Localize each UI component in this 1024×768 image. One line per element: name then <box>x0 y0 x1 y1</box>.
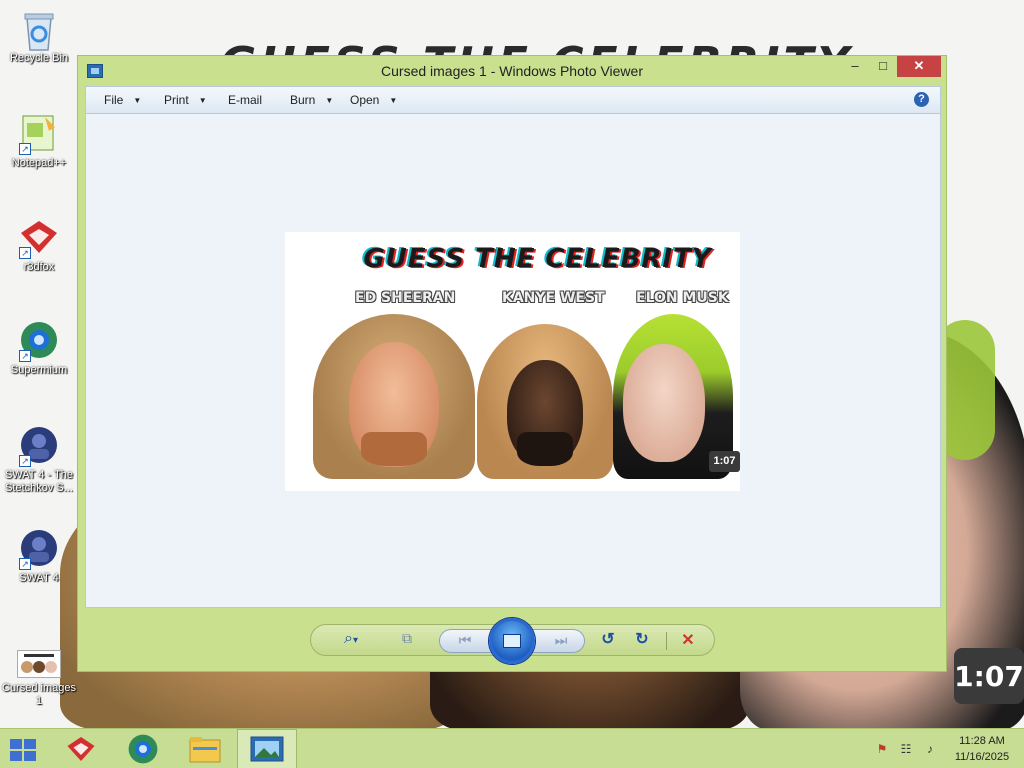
supermium-icon <box>128 734 158 764</box>
photo-video-timestamp: 1:07 <box>709 451 740 472</box>
clock-date: 11/16/2025 <box>954 751 1010 763</box>
windows-logo-icon <box>10 739 22 749</box>
supermium-icon: ↗ <box>19 320 59 362</box>
rotate-ccw-icon: ↺ <box>601 631 615 648</box>
chevron-down-icon: ▼ <box>133 96 142 105</box>
menu-label: File <box>104 93 124 107</box>
desktop-icon-swat4-stetchkov[interactable]: ↗ SWAT 4 - The Stetchkov S... <box>2 425 76 495</box>
folder-icon <box>189 737 221 763</box>
image-thumbnail-icon <box>17 650 61 678</box>
window-titlebar[interactable]: Cursed images 1 - Windows Photo Viewer –… <box>78 56 946 86</box>
desktop-icon-cursed-images[interactable]: Cursed images 1 <box>2 650 76 708</box>
menu-label: Print <box>164 93 189 107</box>
chevron-down-icon: ▾ <box>352 635 358 646</box>
chevron-down-icon: ▼ <box>389 96 398 105</box>
menu-burn[interactable]: Burn ▼ <box>290 93 333 107</box>
network-icon[interactable]: ☷ <box>899 742 913 756</box>
desktop-icon-supermium[interactable]: ↗ Supermium <box>2 320 76 377</box>
zoom-button[interactable]: ⌕▾ <box>339 630 363 648</box>
r3dfox-icon <box>67 737 95 761</box>
menu-open[interactable]: Open ▼ <box>350 93 397 107</box>
clock-time: 11:28 AM <box>959 735 1005 747</box>
image-viewer-area[interactable]: GUESS THE CELEBRITY ED SHEERAN KANYE WES… <box>85 114 941 608</box>
shortcut-arrow-icon: ↗ <box>19 558 31 570</box>
taskbar-app-r3dfox[interactable] <box>55 729 107 768</box>
system-clock[interactable]: 11:28 AM 11/16/2025 <box>947 733 1017 765</box>
recycle-bin-icon <box>19 8 59 51</box>
desktop-icon-notepadpp[interactable]: ↗ Notepad++ <box>2 113 76 170</box>
maximize-button[interactable]: □ <box>869 56 897 77</box>
notepadpp-icon: ↗ <box>19 113 59 155</box>
menu-bar: File ▼ Print ▼ E-mail Burn ▼ Open ▼ ? <box>85 86 941 114</box>
volume-icon[interactable]: ♪ <box>923 742 937 756</box>
viewer-control-bar: ⌕▾ ⧉ ⏮ ⏭ ↺ ↻ ✕ <box>310 618 715 664</box>
slideshow-icon <box>503 634 521 648</box>
desktop-icon-label: SWAT 4 <box>19 572 59 584</box>
swat4-icon: ↗ <box>19 528 59 570</box>
next-icon: ⏭ <box>554 632 568 648</box>
photo-name-label: ELON MUSK <box>636 290 729 306</box>
actual-size-button[interactable]: ⧉ <box>397 630 417 647</box>
photo-face-2 <box>477 314 613 479</box>
menu-print[interactable]: Print ▼ <box>164 93 207 107</box>
displayed-photo: GUESS THE CELEBRITY ED SHEERAN KANYE WES… <box>285 232 740 491</box>
swat4-icon: ↗ <box>19 425 59 467</box>
desktop-icon-label: Cursed images 1 <box>2 682 76 707</box>
photo-viewer-window[interactable]: Cursed images 1 - Windows Photo Viewer –… <box>77 55 947 672</box>
previous-button[interactable]: ⏮ <box>454 632 476 649</box>
desktop-icon-label: r3dfox <box>23 261 55 273</box>
help-icon[interactable]: ? <box>914 92 929 107</box>
taskbar-app-photo-viewer[interactable] <box>237 729 297 768</box>
taskbar-app-supermium[interactable] <box>117 729 169 768</box>
photo-name-label: ED SHEERAN <box>355 290 456 306</box>
zoom-icon: ⌕ <box>344 630 353 647</box>
chevron-down-icon: ▼ <box>325 96 334 105</box>
menu-label: E-mail <box>228 93 263 107</box>
slideshow-button[interactable] <box>489 618 535 664</box>
previous-icon: ⏮ <box>458 632 472 648</box>
photo-viewer-icon <box>250 736 284 762</box>
desktop-icon-label: Recycle Bin <box>9 52 69 64</box>
photo-face-1 <box>313 314 475 479</box>
desktop-icon-label: SWAT 4 - The Stetchkov S... <box>4 469 74 494</box>
menu-label: Burn <box>290 93 316 107</box>
photo-title-text: GUESS THE CELEBRITY <box>363 244 712 274</box>
desktop-icon-r3dfox[interactable]: ↗ r3dfox <box>2 217 76 274</box>
shortcut-arrow-icon: ↗ <box>19 455 31 467</box>
shortcut-arrow-icon: ↗ <box>19 350 31 362</box>
menu-file[interactable]: File ▼ <box>104 93 141 107</box>
photo-name-label: KANYE WEST <box>502 290 605 306</box>
wallpaper-video-timestamp: 1:07 <box>954 648 1024 704</box>
start-button[interactable] <box>10 739 38 761</box>
actual-size-icon: ⧉ <box>402 630 412 646</box>
control-separator <box>666 632 667 650</box>
close-button[interactable]: ✕ <box>897 56 941 77</box>
r3dfox-icon: ↗ <box>19 217 59 259</box>
rotate-clockwise-button[interactable]: ↻ <box>631 629 653 649</box>
taskbar: ⚑ ☷ ♪ 11:28 AM 11/16/2025 <box>0 728 1024 768</box>
desktop-icon-label: Notepad++ <box>11 157 67 169</box>
desktop-icon-swat4[interactable]: ↗ SWAT 4 <box>2 528 76 585</box>
menu-label: Open <box>350 93 380 107</box>
delete-button[interactable]: ✕ <box>677 630 699 650</box>
taskbar-app-file-explorer[interactable] <box>179 729 231 768</box>
rotate-counterclockwise-button[interactable]: ↺ <box>597 629 619 649</box>
next-button[interactable]: ⏭ <box>550 632 572 649</box>
minimize-button[interactable]: – <box>841 56 869 77</box>
delete-icon: ✕ <box>681 632 695 649</box>
window-title: Cursed images 1 - Windows Photo Viewer <box>381 63 643 79</box>
chevron-down-icon: ▼ <box>198 96 207 105</box>
desktop-icon-recycle-bin[interactable]: Recycle Bin <box>2 8 76 65</box>
desktop-icon-label: Supermium <box>10 364 68 376</box>
menu-email[interactable]: E-mail <box>228 93 262 107</box>
shortcut-arrow-icon: ↗ <box>19 247 31 259</box>
shortcut-arrow-icon: ↗ <box>19 143 31 155</box>
action-center-flag-icon[interactable]: ⚑ <box>875 742 889 756</box>
rotate-cw-icon: ↻ <box>635 631 649 648</box>
